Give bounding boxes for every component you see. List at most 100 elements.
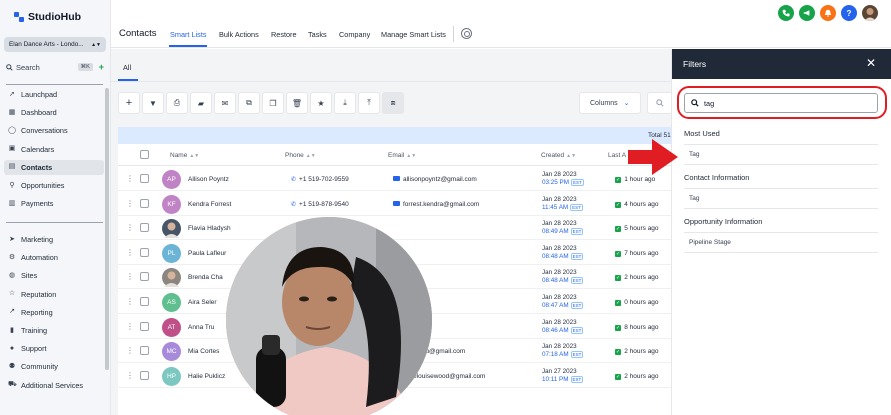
sidebar-item-support[interactable]: ● Support [4,341,104,356]
row-checkbox[interactable] [140,321,149,331]
notifications-button[interactable] [820,5,836,21]
table-row[interactable]: ⋮ Flavia Hladysh Jan 28 2023 08:49 AM EST ✓ 5 … [118,216,671,241]
import-button[interactable]: ⤓ [334,92,356,114]
contact-phone[interactable]: ✆ +1 519-702-9559 [291,176,349,183]
total-bar: Total 51 [118,127,671,144]
merge-button[interactable]: ⧈ [382,92,404,114]
add-button[interactable]: + [118,92,140,114]
sidebar-search[interactable]: Search ⌘K + [6,61,104,73]
row-checkbox[interactable] [140,272,149,282]
subtab-all[interactable]: All [123,63,131,72]
row-menu-icon[interactable]: ⋮ [126,174,134,183]
contact-name[interactable]: Brenda Cha [188,274,223,281]
sidebar-scrollbar[interactable] [105,88,109,370]
location-switcher[interactable]: Elan Dance Arts - Londo... ▲▼ [4,37,106,52]
contact-name[interactable]: Allison Poyntz [188,176,229,183]
row-checkbox[interactable] [140,247,149,257]
column-email[interactable]: Email ▲▼ [388,152,416,159]
quick-add-icon[interactable]: + [99,62,104,72]
row-menu-icon[interactable]: ⋮ [126,297,134,306]
filter-option-tag[interactable]: Tag [689,195,699,202]
tab-company[interactable]: Company [339,30,370,39]
table-search-button[interactable] [647,92,671,114]
table-row[interactable]: ⋮ AP Allison Poyntz ✆ +1 519-702-9559 allison… [118,167,671,191]
sidebar-item-training[interactable]: ▮ Training [4,323,104,338]
row-menu-icon[interactable]: ⋮ [126,322,134,331]
filter-option-pipeline-stage[interactable]: Pipeline Stage [689,239,731,246]
row-checkbox[interactable] [140,370,149,380]
sidebar-item-launchpad[interactable]: ➚ Launchpad [4,87,104,102]
row-menu-icon[interactable]: ⋮ [126,346,134,355]
print-button[interactable]: ⎙ [166,92,188,114]
last-activity: ✓ 8 hours ago [615,324,659,331]
sidebar-item-conversations[interactable]: ◯ Conversations [4,123,104,138]
contact-phone[interactable]: ✆ +1 519-878-9540 [291,201,349,208]
phone-button[interactable] [778,5,794,21]
tab-manage-smart-lists[interactable]: Manage Smart Lists [381,30,446,39]
delete-button[interactable]: 🗑 [286,92,308,114]
close-icon[interactable]: ✕ [866,56,876,70]
contact-name[interactable]: Mia Cortes [188,348,219,355]
row-menu-icon[interactable]: ⋮ [126,272,134,281]
avatar[interactable] [862,5,878,21]
contact-email[interactable]: allisonpoyntz@gmail.com [393,176,477,183]
row-menu-icon[interactable]: ⋮ [126,199,134,208]
sidebar-item-marketing[interactable]: ➤ Marketing [4,232,104,247]
contact-name[interactable]: Halie Puklicz [188,373,225,380]
contact-name[interactable]: Flavia Hladysh [188,225,231,232]
select-all-checkbox[interactable] [140,150,149,159]
sidebar-item-contacts[interactable]: ▤ Contacts [4,159,104,175]
sidebar-item-community[interactable]: ⚉ Community [4,359,104,374]
sidebar-item-payments[interactable]: ▥ Payments [4,196,104,211]
copy-button[interactable]: ⧉ [238,92,260,114]
table-row[interactable]: ⋮ KF Kendra Forrest ✆ +1 519-878-9540 forrest… [118,192,671,216]
subtab-border [111,81,671,82]
row-menu-icon[interactable]: ⋮ [126,371,134,380]
row-checkbox[interactable] [140,346,149,356]
payments-icon: ▥ [8,199,16,207]
column-created[interactable]: Created ▲▼ [541,152,576,159]
row-checkbox[interactable] [140,174,149,183]
sidebar-item-reporting[interactable]: ↗ Reporting [4,305,104,320]
contact-name[interactable]: Anna Tru [188,324,214,331]
last-activity-value: 8 hours ago [624,323,659,331]
sidebar-item-opportunities[interactable]: ⚲ Opportunities [4,178,104,193]
row-checkbox[interactable] [140,198,149,208]
row-checkbox[interactable] [140,297,149,306]
app-logo[interactable]: StudioHub [14,11,81,23]
sidebar-item-automation[interactable]: ⚙ Automation [4,250,104,265]
tab-smart-lists[interactable]: Smart Lists [170,30,207,39]
gear-icon[interactable] [461,28,472,39]
sidebar-item-additional-services[interactable]: ⛟ Additional Services [4,378,104,393]
contact-email[interactable]: forrest.kendra@gmail.com [393,200,479,208]
export-button[interactable]: ⤒ [358,92,380,114]
sidebar-item-reputation[interactable]: ☆ Reputation [4,287,104,302]
row-menu-icon[interactable]: ⋮ [126,223,134,232]
help-button[interactable]: ? [841,5,857,21]
filter-option-tag[interactable]: Tag [689,151,699,158]
tab-bulk-actions[interactable]: Bulk Actions [219,30,259,39]
email-button[interactable]: ✉ [214,92,236,114]
column-last-activity[interactable]: Last A [608,152,626,159]
column-phone[interactable]: Phone ▲▼ [285,152,316,159]
row-checkbox[interactable] [140,223,149,233]
filter-button[interactable]: ▼ [142,92,164,114]
message-button[interactable]: ▰ [190,92,212,114]
add-icon: + [125,97,133,109]
columns-button[interactable]: Columns ⌄ [579,92,641,114]
tab-restore[interactable]: Restore [271,30,297,39]
created-date-value: Jan 28 2023 [542,318,577,326]
paste-button[interactable]: ❐ [262,92,284,114]
contact-name[interactable]: Aira Seler [188,299,217,306]
contact-name[interactable]: Kendra Forrest [188,201,231,208]
tab-tasks[interactable]: Tasks [308,30,327,39]
created-time: 08:46 AM [542,326,569,334]
row-menu-icon[interactable]: ⋮ [126,248,134,257]
sidebar-item-dashboard[interactable]: ▦ Dashboard [4,105,104,120]
megaphone-button[interactable] [799,5,815,21]
star-button[interactable]: ★ [310,92,332,114]
contact-name[interactable]: Paula Lafleur [188,250,226,257]
sidebar-item-sites[interactable]: ◍ Sites [4,268,104,283]
column-name[interactable]: Name ▲▼ [170,152,199,159]
sidebar-item-calendars[interactable]: ▣ Calendars [4,142,104,157]
